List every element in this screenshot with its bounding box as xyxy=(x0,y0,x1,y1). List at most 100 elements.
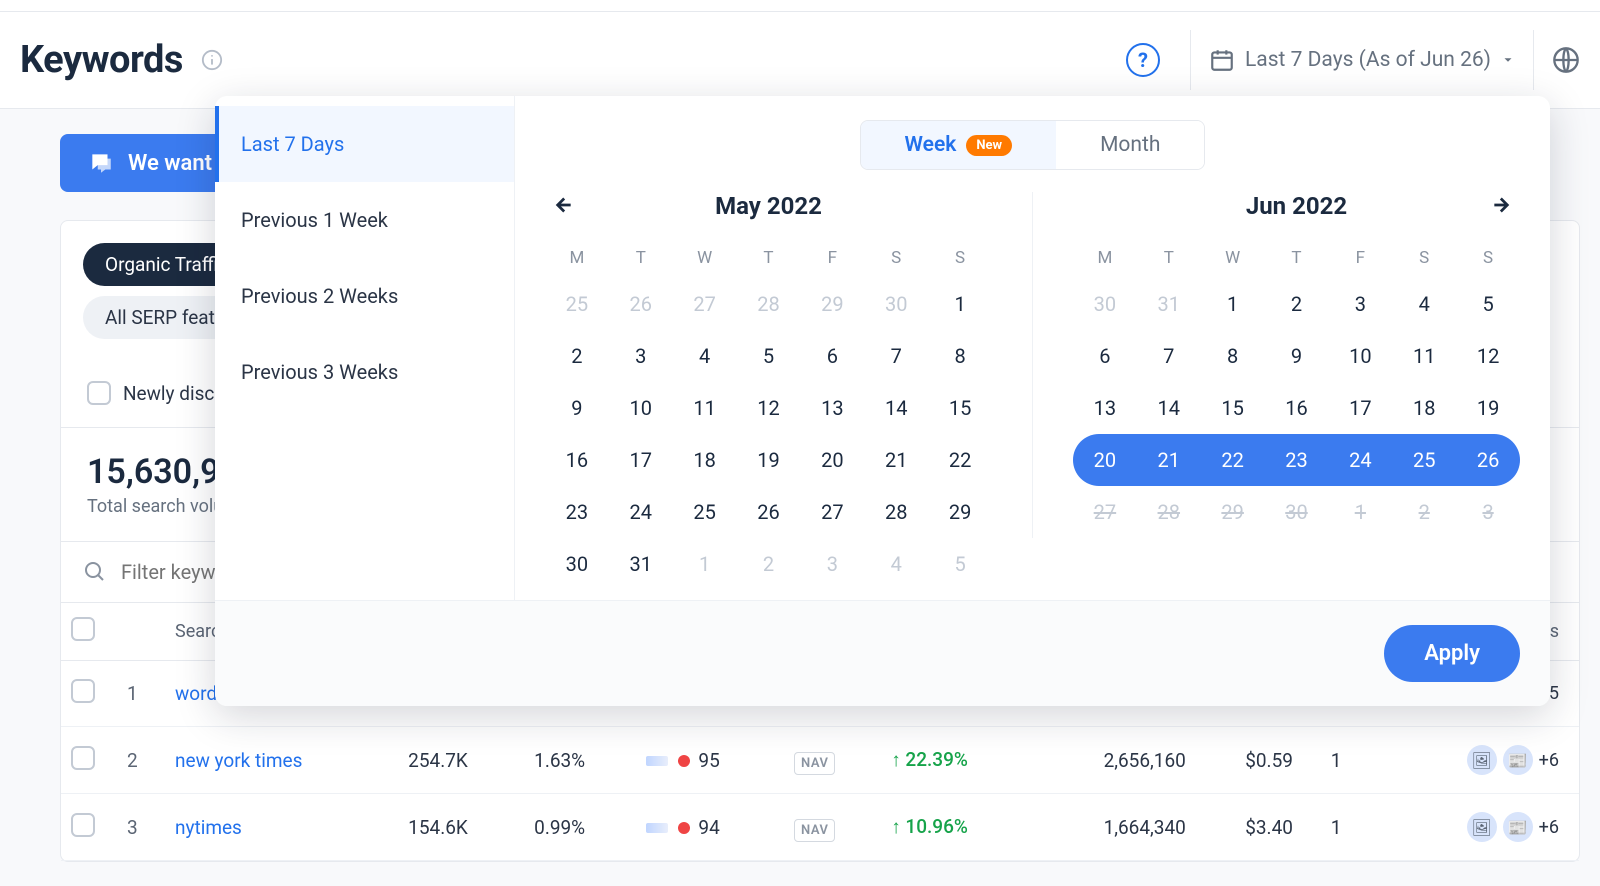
calendar-day[interactable]: 6 xyxy=(800,330,864,382)
calendar-week[interactable]: 23242526272829 xyxy=(545,486,992,538)
calendar-day[interactable]: 15 xyxy=(1201,382,1265,434)
calendar-day[interactable]: 31 xyxy=(1137,278,1201,330)
calendar-day[interactable]: 7 xyxy=(1137,330,1201,382)
calendar-day[interactable]: 11 xyxy=(673,382,737,434)
calendar-day[interactable]: 25 xyxy=(673,486,737,538)
calendar-day[interactable]: 2 xyxy=(545,330,609,382)
calendar-week[interactable]: 2345678 xyxy=(545,330,992,382)
calendar-day[interactable]: 1 xyxy=(1201,278,1265,330)
calendar-day[interactable]: 26 xyxy=(737,486,801,538)
calendar-day[interactable]: 27 xyxy=(673,278,737,330)
calendar-day[interactable]: 30 xyxy=(545,538,609,590)
globe-icon[interactable] xyxy=(1533,30,1580,90)
keyword-link[interactable]: nytimes xyxy=(175,816,242,839)
date-range-button[interactable]: Last 7 Days (As of Jun 26) xyxy=(1190,30,1533,90)
calendar-day[interactable]: 22 xyxy=(1201,434,1265,486)
calendar-day[interactable]: 3 xyxy=(1328,278,1392,330)
calendar-day[interactable]: 29 xyxy=(928,486,992,538)
calendar-day[interactable]: 21 xyxy=(864,434,928,486)
calendar-day[interactable]: 25 xyxy=(1392,434,1456,486)
calendar-day[interactable]: 3 xyxy=(609,330,673,382)
calendar-day[interactable]: 17 xyxy=(1328,382,1392,434)
calendar-day[interactable]: 5 xyxy=(1456,278,1520,330)
calendar-day[interactable]: 2 xyxy=(737,538,801,590)
calendar-day[interactable]: 13 xyxy=(800,382,864,434)
preset-previous-1-week[interactable]: Previous 1 Week xyxy=(215,182,514,258)
prev-month-arrow[interactable] xyxy=(549,192,575,222)
calendar-week[interactable]: 303112345 xyxy=(545,538,992,590)
calendar-week[interactable]: 13141516171819 xyxy=(1073,382,1520,434)
calendar-day[interactable]: 28 xyxy=(864,486,928,538)
calendar-week[interactable]: 303112345 xyxy=(1073,278,1520,330)
calendar-day[interactable]: 30 xyxy=(864,278,928,330)
calendar-day[interactable]: 9 xyxy=(1265,330,1329,382)
calendar-day[interactable]: 14 xyxy=(1137,382,1201,434)
preset-previous-3-weeks[interactable]: Previous 3 Weeks xyxy=(215,334,514,410)
calendar-day[interactable]: 19 xyxy=(737,434,801,486)
calendar-week[interactable]: 6789101112 xyxy=(1073,330,1520,382)
calendar-day[interactable]: 15 xyxy=(928,382,992,434)
calendar-day[interactable]: 3 xyxy=(800,538,864,590)
calendar-day[interactable]: 23 xyxy=(1265,434,1329,486)
calendar-day[interactable]: 26 xyxy=(1456,434,1520,486)
calendar-day[interactable]: 17 xyxy=(609,434,673,486)
calendar-day[interactable]: 27 xyxy=(800,486,864,538)
calendar-day[interactable]: 14 xyxy=(864,382,928,434)
calendar-day[interactable]: 28 xyxy=(737,278,801,330)
calendar-day[interactable]: 22 xyxy=(928,434,992,486)
calendar-day[interactable]: 6 xyxy=(1073,330,1137,382)
calendar-day[interactable]: 20 xyxy=(800,434,864,486)
calendar-day[interactable]: 24 xyxy=(609,486,673,538)
calendar-day[interactable]: 10 xyxy=(1328,330,1392,382)
calendar-day[interactable]: 25 xyxy=(545,278,609,330)
calendar-day[interactable]: 24 xyxy=(1328,434,1392,486)
calendar-day[interactable]: 5 xyxy=(928,538,992,590)
calendar-week[interactable]: 9101112131415 xyxy=(545,382,992,434)
feedback-button[interactable]: We want xyxy=(60,134,240,192)
calendar-day[interactable]: 8 xyxy=(928,330,992,382)
calendar-day[interactable]: 18 xyxy=(673,434,737,486)
calendar-week[interactable]: 27282930123 xyxy=(1073,486,1520,538)
preset-previous-2-weeks[interactable]: Previous 2 Weeks xyxy=(215,258,514,334)
row-checkbox[interactable] xyxy=(71,746,95,770)
calendar-day[interactable]: 30 xyxy=(1073,278,1137,330)
row-checkbox[interactable] xyxy=(71,679,95,703)
serp-feature-icons[interactable]: 🖼📰+6 xyxy=(1361,812,1559,842)
calendar-day[interactable]: 1 xyxy=(673,538,737,590)
calendar-day[interactable]: 7 xyxy=(864,330,928,382)
calendar-day[interactable]: 12 xyxy=(1456,330,1520,382)
calendar-day[interactable]: 23 xyxy=(545,486,609,538)
calendar-day[interactable]: 31 xyxy=(609,538,673,590)
calendar-day[interactable]: 26 xyxy=(609,278,673,330)
calendar-day[interactable]: 2 xyxy=(1265,278,1329,330)
calendar-week[interactable]: 20212223242526 xyxy=(1073,434,1520,486)
calendar-day[interactable]: 12 xyxy=(737,382,801,434)
calendar-day[interactable]: 4 xyxy=(673,330,737,382)
toggle-month[interactable]: Month xyxy=(1056,121,1204,169)
row-checkbox[interactable] xyxy=(71,813,95,837)
calendar-day[interactable]: 19 xyxy=(1456,382,1520,434)
calendar-day[interactable]: 20 xyxy=(1073,434,1137,486)
calendar-day[interactable]: 11 xyxy=(1392,330,1456,382)
calendar-day[interactable]: 4 xyxy=(1392,278,1456,330)
calendar-day[interactable]: 10 xyxy=(609,382,673,434)
calendar-day[interactable]: 13 xyxy=(1073,382,1137,434)
toggle-week[interactable]: Week New xyxy=(861,121,1057,169)
info-icon[interactable] xyxy=(201,49,223,71)
calendar-week[interactable]: 2526272829301 xyxy=(545,278,992,330)
calendar-day[interactable]: 8 xyxy=(1201,330,1265,382)
calendar-day[interactable]: 9 xyxy=(545,382,609,434)
calendar-day[interactable]: 29 xyxy=(800,278,864,330)
calendar-day[interactable]: 18 xyxy=(1392,382,1456,434)
calendar-day[interactable]: 16 xyxy=(545,434,609,486)
calendar-week[interactable]: 16171819202122 xyxy=(545,434,992,486)
calendar-day[interactable]: 5 xyxy=(737,330,801,382)
preset-last-7-days[interactable]: Last 7 Days xyxy=(215,106,514,182)
help-icon[interactable]: ? xyxy=(1126,43,1160,77)
serp-feature-icons[interactable]: 🖼📰+6 xyxy=(1361,745,1559,775)
calendar-day[interactable]: 4 xyxy=(864,538,928,590)
next-month-arrow[interactable] xyxy=(1490,192,1516,222)
keyword-link[interactable]: new york times xyxy=(175,749,302,772)
calendar-day[interactable]: 1 xyxy=(928,278,992,330)
select-all-checkbox[interactable] xyxy=(71,617,95,641)
